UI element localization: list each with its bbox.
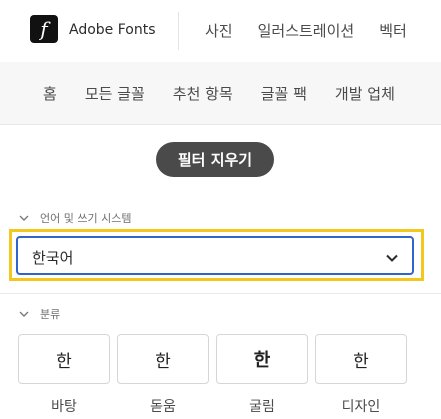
classification-label-design: 디자인 [341, 399, 381, 415]
chevron-down-icon [18, 212, 30, 224]
classification-card-batang[interactable]: 한 [18, 334, 110, 384]
language-select-value: 한국어 [32, 249, 74, 267]
chevron-down-icon [385, 250, 399, 264]
subnav-item-font-packs[interactable]: 글꼴 팩 [261, 83, 307, 104]
adobe-fonts-logo-icon[interactable]: f [30, 15, 58, 43]
top-nav: 사진 일러스트레이션 벡터 [205, 20, 407, 41]
classification-card-dotum[interactable]: 한 [117, 334, 209, 384]
language-section-header: 언어 및 쓰기 시스템 [40, 212, 132, 225]
subnav-item-home[interactable]: 홈 [43, 83, 57, 104]
subnav-item-recommended[interactable]: 추천 항목 [173, 83, 233, 104]
top-nav-item-photos[interactable]: 사진 [205, 20, 233, 41]
language-select[interactable]: 한국어 [16, 236, 414, 275]
classification-section-toggle[interactable]: 분류 [18, 306, 60, 322]
top-bar: f Adobe Fonts 사진 일러스트레이션 벡터 [0, 0, 441, 62]
classification-label-dotum: 돋움 [150, 399, 176, 415]
classification-labels: 바탕 돋움 굴림 디자인 [18, 396, 407, 416]
classification-card-gulim[interactable]: 한 [216, 334, 308, 384]
brand-name[interactable]: Adobe Fonts [69, 22, 156, 38]
clear-filters-button[interactable]: 필터 지우기 [156, 142, 274, 177]
subnav-item-all-fonts[interactable]: 모든 글꼴 [85, 83, 145, 104]
subnav-item-foundries[interactable]: 개발 업체 [335, 83, 395, 104]
section-divider [0, 293, 441, 294]
language-section-toggle[interactable]: 언어 및 쓰기 시스템 [18, 210, 131, 226]
logo-glyph: f [40, 17, 48, 41]
classification-cards: 한 한 한 한 [18, 334, 407, 384]
classification-section-header: 분류 [40, 308, 61, 321]
classification-label-batang: 바탕 [51, 399, 77, 415]
secondary-nav: 홈 모든 글꼴 추천 항목 글꼴 팩 개발 업체 [0, 62, 441, 124]
chevron-down-icon [18, 308, 30, 320]
top-nav-item-vectors[interactable]: 벡터 [379, 20, 407, 41]
top-nav-item-illustrations[interactable]: 일러스트레이션 [258, 20, 355, 41]
classification-label-gulim: 굴림 [249, 399, 275, 415]
classification-card-design[interactable]: 한 [315, 334, 407, 384]
top-divider [178, 12, 179, 50]
subnav-border [0, 124, 441, 125]
